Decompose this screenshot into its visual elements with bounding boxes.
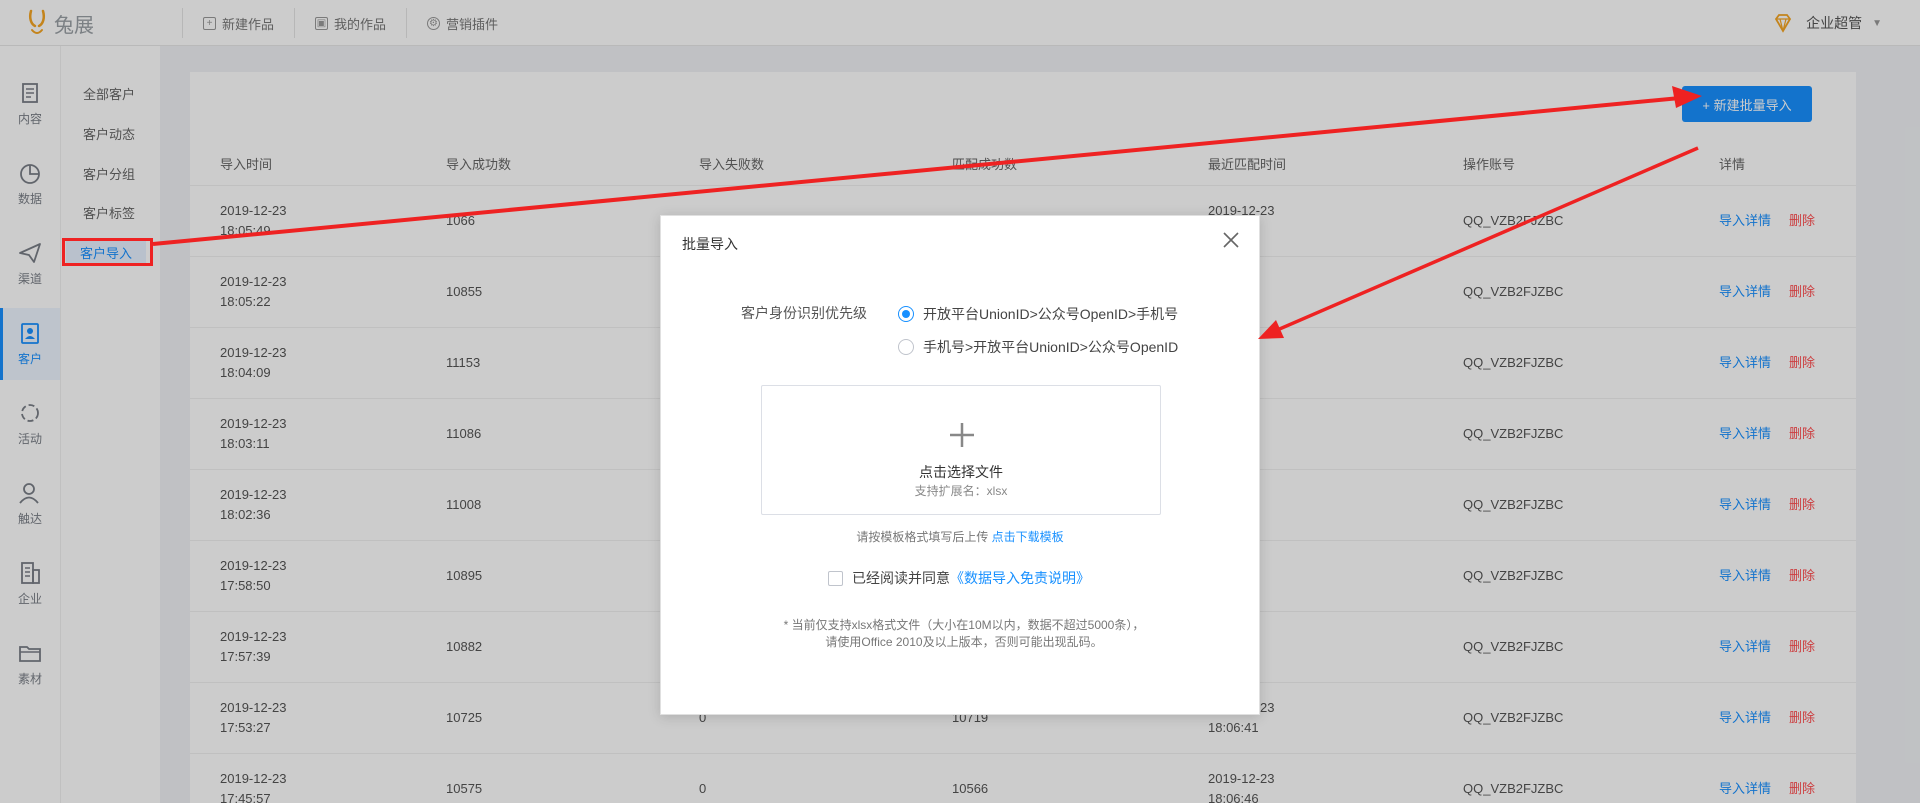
annotation-arrows: [152, 86, 1702, 339]
